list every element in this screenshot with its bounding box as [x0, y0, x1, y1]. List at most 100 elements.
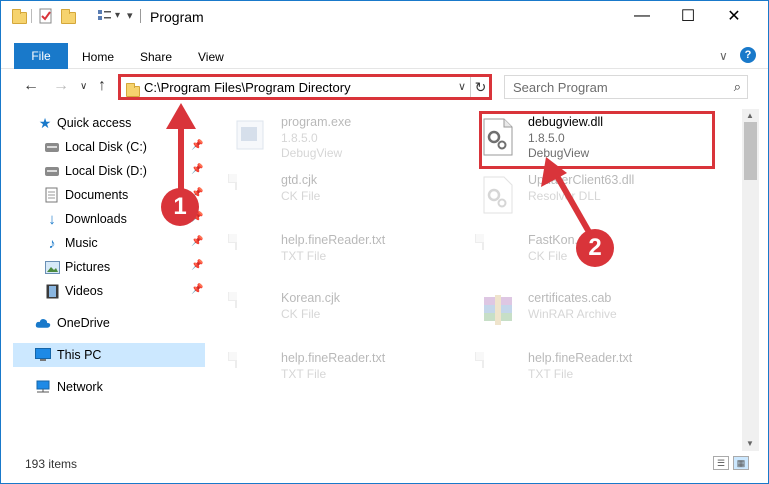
file-type: TXT File	[281, 249, 327, 263]
properties-icon[interactable]	[38, 8, 54, 24]
document-icon	[235, 352, 267, 393]
sidebar-item-label: Downloads	[65, 212, 127, 226]
tab-home[interactable]: Home	[82, 50, 114, 64]
file-description: DebugView	[281, 146, 343, 160]
videos-icon	[44, 283, 60, 299]
file-item[interactable]: help.fineReader.txt TXT File	[235, 231, 465, 283]
details-view-icon[interactable]: ☰	[713, 456, 729, 470]
download-icon: ↓	[48, 210, 56, 228]
folder-icon[interactable]	[11, 8, 27, 24]
sidebar-item-local-disk-c[interactable]: Local Disk (C:) 📌	[1, 135, 208, 159]
sidebar-item-music[interactable]: ♪ Music 📌	[1, 231, 208, 255]
close-button[interactable]: ✕	[711, 1, 757, 31]
search-icon[interactable]: ⌕	[734, 79, 741, 95]
file-name: help.fineReader.txt	[281, 233, 386, 247]
document-icon	[235, 234, 267, 275]
file-item[interactable]: Korean.cjk CK File	[235, 289, 465, 341]
tab-view[interactable]: View	[198, 50, 224, 64]
address-dropdown-icon[interactable]: ∨	[458, 80, 466, 93]
pin-icon[interactable]: 📌	[191, 164, 203, 175]
sidebar-item-pictures[interactable]: Pictures 📌	[1, 255, 208, 279]
cloud-icon	[35, 315, 51, 331]
expand-ribbon-icon[interactable]: ∨	[719, 49, 728, 63]
file-item[interactable]: UpdaterClient63.dll Resolver DLL	[482, 171, 712, 223]
sidebar-item-onedrive[interactable]: OneDrive	[1, 311, 208, 335]
title-divider	[31, 9, 32, 23]
sidebar-item-this-pc[interactable]: This PC	[13, 343, 205, 367]
sidebar-item-label: Local Disk (D:)	[65, 164, 147, 178]
scroll-down-icon[interactable]: ▼	[746, 439, 754, 448]
file-name: gtd.cjk	[281, 173, 318, 187]
file-type: Resolver DLL	[528, 189, 601, 203]
up-button[interactable]: ↑	[98, 77, 106, 95]
sidebar-item-label: OneDrive	[57, 316, 110, 330]
file-name: Korean.cjk	[281, 291, 341, 305]
scroll-thumb[interactable]	[744, 122, 757, 180]
pin-icon[interactable]: 📌	[191, 236, 203, 247]
navigation-pane: ★ Quick access Local Disk (C:) 📌 Local D…	[1, 109, 208, 451]
file-item[interactable]: help.fineReader.txt TXT File	[482, 349, 712, 401]
vertical-scrollbar[interactable]: ▲ ▼	[742, 109, 759, 451]
scroll-up-icon[interactable]: ▲	[746, 111, 754, 120]
pin-icon[interactable]: 📌	[191, 140, 203, 151]
search-placeholder: Search Program	[513, 80, 608, 95]
sidebar-item-label: Documents	[65, 188, 129, 202]
file-type: WinRAR Archive	[528, 307, 617, 321]
file-type: TXT File	[528, 367, 574, 381]
tab-file[interactable]: File	[14, 43, 68, 69]
pin-icon[interactable]: 📌	[191, 260, 203, 271]
item-count: 193 items	[25, 457, 78, 471]
file-item[interactable]: certificates.cab WinRAR Archive	[482, 289, 712, 341]
title-separator	[140, 9, 141, 23]
file-list: program.exe 1.8.5.0 DebugView debugview.…	[208, 109, 741, 451]
document-icon	[235, 174, 267, 215]
file-name: program.exe	[281, 115, 352, 129]
sidebar-item-label: Quick access	[57, 116, 132, 130]
file-name: certificates.cab	[528, 291, 612, 305]
network-icon	[35, 379, 51, 395]
sidebar-item-network[interactable]: Network	[1, 375, 208, 399]
file-name: help.fineReader.txt	[528, 351, 633, 365]
file-type: CK File	[528, 249, 568, 263]
pin-icon[interactable]: 📌	[191, 284, 203, 295]
sidebar-item-label: Network	[57, 380, 103, 394]
refresh-button[interactable]: ↻	[470, 77, 490, 97]
callout-1: 1	[161, 188, 199, 226]
document-icon	[235, 292, 267, 333]
window-title: Program	[150, 9, 204, 25]
large-icons-view-icon[interactable]: ▦	[733, 456, 749, 470]
music-icon: ♪	[48, 235, 56, 251]
highlight-box	[479, 111, 715, 169]
file-type: TXT File	[281, 367, 327, 381]
sidebar-item-label: This PC	[57, 348, 102, 362]
sidebar-item-videos[interactable]: Videos 📌	[1, 279, 208, 303]
file-item[interactable]: program.exe 1.8.5.0 DebugView	[235, 113, 465, 165]
title-bar: ▾ ▾ Program — ☐ ✕	[1, 1, 768, 31]
sidebar-item-quick-access[interactable]: ★ Quick access	[1, 111, 208, 135]
file-name: help.fineReader.txt	[281, 351, 386, 365]
file-item[interactable]: gtd.cjk CK File	[235, 171, 465, 223]
sidebar-item-label: Local Disk (C:)	[65, 140, 147, 154]
documents-icon	[44, 187, 60, 203]
file-version: 1.8.5.0	[281, 131, 318, 145]
file-item[interactable]: help.fineReader.txt TXT File	[235, 349, 465, 401]
drive-icon	[44, 163, 60, 179]
recent-locations-button[interactable]: ∨	[80, 81, 87, 92]
sidebar-item-local-disk-d[interactable]: Local Disk (D:) 📌	[1, 159, 208, 183]
search-input[interactable]: Search Program ⌕	[504, 75, 748, 99]
document-icon	[482, 234, 514, 275]
ribbon: File Home Share View ∨ ?	[1, 41, 768, 69]
help-icon[interactable]: ?	[740, 47, 756, 63]
address-path[interactable]: C:\Program Files\Program Directory	[144, 80, 351, 95]
maximize-button[interactable]: ☐	[665, 1, 711, 31]
callout-2: 2	[576, 229, 614, 267]
customize-icon[interactable]	[97, 8, 113, 24]
forward-button[interactable]: →	[53, 77, 69, 95]
address-bar[interactable]: C:\Program Files\Program Directory ∨ ↻	[118, 74, 492, 100]
explorer-window: ▾ ▾ Program — ☐ ✕ File Home Share View ∨…	[0, 0, 769, 484]
back-button[interactable]: ←	[23, 77, 39, 95]
tab-share[interactable]: Share	[140, 50, 172, 64]
minimize-button[interactable]: —	[619, 1, 665, 31]
pictures-icon	[44, 259, 60, 275]
new-folder-icon[interactable]	[60, 8, 76, 24]
